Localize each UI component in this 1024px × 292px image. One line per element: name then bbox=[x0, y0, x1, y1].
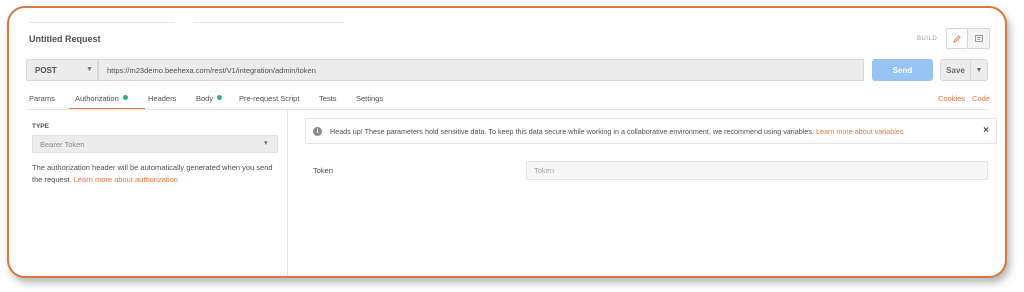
code-link[interactable]: Code bbox=[972, 94, 990, 103]
method-select[interactable]: POST ▼ bbox=[26, 59, 98, 81]
auth-type-select[interactable]: Bearer Token ▼ bbox=[32, 135, 278, 153]
notice-text: Heads up! These parameters hold sensitiv… bbox=[330, 127, 904, 136]
tab-authorization[interactable]: Authorization bbox=[75, 94, 128, 103]
request-panel: Untitled Request BUILD POST ▼ https://m2… bbox=[7, 6, 1007, 278]
token-label: Token bbox=[313, 166, 334, 175]
url-text: https://m23demo.beehexa.com/rest/V1/inte… bbox=[107, 66, 316, 75]
learn-more-authorization-link[interactable]: Learn more about authorization bbox=[74, 175, 178, 184]
close-icon[interactable]: × bbox=[983, 125, 989, 136]
divider bbox=[29, 22, 174, 23]
info-icon: i bbox=[313, 127, 322, 136]
comments-button[interactable] bbox=[968, 28, 990, 49]
auth-type-panel: TYPE Bearer Token ▼ The authorization he… bbox=[26, 110, 288, 276]
save-button[interactable]: Save bbox=[940, 59, 971, 81]
status-dot bbox=[217, 95, 223, 100]
tab-body[interactable]: Body bbox=[196, 94, 223, 103]
token-input[interactable] bbox=[526, 161, 988, 180]
pencil-icon bbox=[953, 34, 961, 43]
comment-icon bbox=[974, 34, 983, 42]
method-label: POST bbox=[35, 66, 57, 75]
url-input[interactable]: https://m23demo.beehexa.com/rest/V1/inte… bbox=[98, 59, 864, 81]
auth-type-value: Bearer Token bbox=[40, 140, 85, 149]
edit-button[interactable] bbox=[946, 28, 968, 49]
cookies-link[interactable]: Cookies bbox=[938, 94, 965, 103]
request-title[interactable]: Untitled Request bbox=[29, 34, 101, 44]
caret-down-icon: ▼ bbox=[975, 66, 983, 74]
tab-params[interactable]: Params bbox=[29, 94, 55, 103]
tab-tests[interactable]: Tests bbox=[319, 94, 337, 103]
tab-headers[interactable]: Headers bbox=[148, 94, 176, 103]
build-label: BUILD bbox=[917, 36, 938, 42]
caret-down-icon: ▼ bbox=[262, 140, 269, 147]
save-options-button[interactable]: ▼ bbox=[971, 59, 988, 81]
tab-settings[interactable]: Settings bbox=[356, 94, 383, 103]
divider bbox=[194, 22, 344, 23]
caret-down-icon: ▼ bbox=[86, 66, 93, 73]
learn-more-variables-link[interactable]: Learn more about variables bbox=[816, 127, 904, 136]
status-dot bbox=[122, 95, 128, 100]
send-button[interactable]: Send bbox=[872, 59, 933, 81]
sensitive-data-notice: i Heads up! These parameters hold sensit… bbox=[305, 118, 997, 144]
tab-pre-request-script[interactable]: Pre-request Script bbox=[239, 94, 299, 103]
auth-help-text: The authorization header will be automat… bbox=[32, 163, 273, 184]
type-label: TYPE bbox=[32, 123, 49, 130]
